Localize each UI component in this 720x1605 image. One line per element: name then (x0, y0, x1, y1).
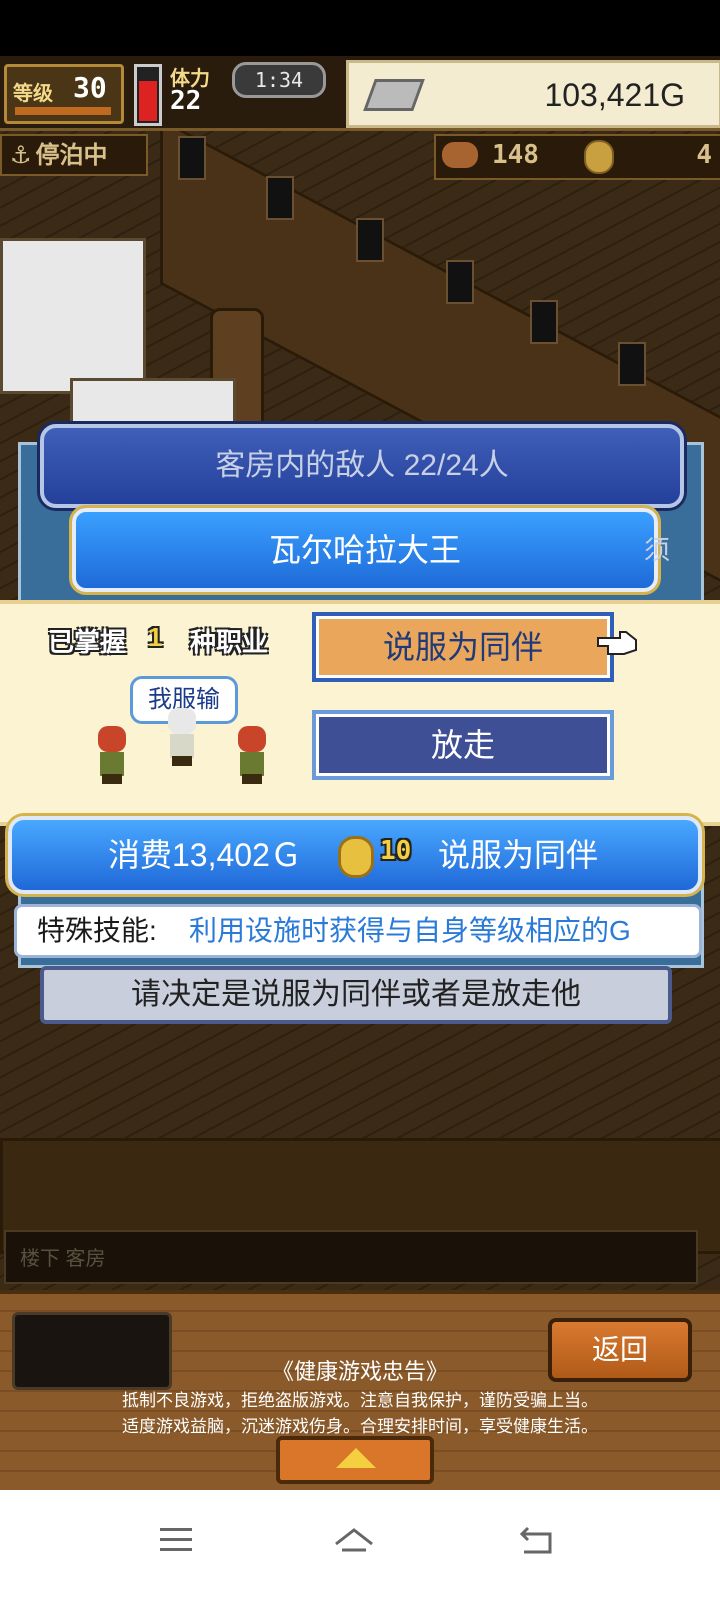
boss-sprite (162, 708, 202, 766)
sprite-body (100, 752, 124, 776)
expand-up-icon (336, 1448, 376, 1468)
coin-count: 10 (380, 836, 412, 866)
sprite-head (238, 726, 266, 752)
money-value: 103,421G (544, 77, 685, 113)
sprite-legs (242, 774, 262, 784)
ship-window (178, 136, 206, 180)
resources-bar: 148 4 (434, 134, 720, 180)
health-advice-line: 抵制不良游戏，拒绝盗版游戏。注意自我保护，谨防受骗上当。 (122, 1391, 598, 1410)
cost-suffix: 说服为同伴 (438, 837, 599, 873)
jobs-prefix: 已掌握 (48, 627, 127, 657)
level-label: 等级 (13, 83, 53, 105)
jobs-suffix: 种职业 (190, 627, 269, 657)
back-icon[interactable] (518, 1522, 554, 1558)
boss-name-box: 瓦尔哈拉大王 (72, 508, 658, 592)
level-box: 等级 30 (4, 64, 124, 124)
guest-room (0, 238, 146, 394)
ship-window (446, 260, 474, 304)
top-hud: 等级 30 体力 22 1:34 103,421G (0, 56, 720, 131)
boss-name: 瓦尔哈拉大王 (268, 532, 461, 568)
money-box: 103,421G (346, 60, 720, 128)
sprite-body (240, 752, 264, 776)
jobs-count: 1 (148, 622, 163, 652)
crew-sprite (232, 726, 272, 784)
sprite-head (168, 708, 196, 734)
sprite-legs (172, 756, 192, 766)
menu-icon[interactable] (158, 1522, 194, 1558)
health-advice-line: 适度游戏益脑，沉迷游戏伤身。合理安排时间，享受健康生活。 (122, 1417, 598, 1436)
cost-text: 消费13,402Ｇ (108, 837, 302, 873)
timer: 1:34 (232, 62, 326, 98)
bottom-panel: 返回 《健康游戏忠告》 抵制不良游戏，拒绝盗版游戏。注意自我保护，谨防受骗上当。… (0, 1290, 720, 1490)
skill-label: 特殊技能: (37, 915, 157, 946)
stamina-bar (134, 64, 162, 126)
pointer-hand-icon (597, 631, 637, 655)
enemy-count-header: 客房内的敌人 22/24人 (40, 424, 684, 508)
sprite-body (170, 734, 194, 758)
dock-status-label: 停泊中 (35, 142, 108, 169)
release-button[interactable]: 放走 (312, 710, 614, 780)
location-bar: 楼下 客房 (4, 1230, 698, 1284)
health-advice-title: 《健康游戏忠告》 (271, 1359, 448, 1384)
boss-side-text: 须 (644, 535, 671, 565)
stamina-fill (139, 81, 157, 121)
persuade-button[interactable]: 说服为同伴 (312, 612, 614, 682)
prompt-message: 请决定是说服为同伴或者是放走他 (40, 966, 672, 1024)
cost-persuade-button[interactable]: 消费13,402Ｇ 10 说服为同伴 (8, 816, 702, 894)
level-exp-bar (15, 107, 111, 115)
android-nav-bar (0, 1490, 720, 1605)
skill-description: 利用设施时获得与自身等级相应的G (189, 915, 631, 946)
ship-window (356, 218, 384, 262)
ship-window (618, 342, 646, 386)
ship-window (530, 300, 558, 344)
ship-window (266, 176, 294, 220)
food-icon (442, 142, 478, 168)
dock-status[interactable]: ⚓ 停泊中 (0, 134, 148, 176)
home-icon[interactable] (332, 1522, 376, 1558)
sprite-head (98, 726, 126, 752)
enemy-count-text: 客房内的敌人 22/24人 (215, 449, 509, 482)
special-skill-bar: 特殊技能: 利用设施时获得与自身等级相应的G (14, 904, 702, 958)
coin-icon (338, 836, 374, 878)
food-value: 148 (492, 140, 539, 170)
medal-value: 4 (696, 140, 712, 170)
stamina-value: 22 (170, 86, 202, 116)
level-value: 30 (73, 71, 107, 104)
crew-sprite (92, 726, 132, 784)
expand-button[interactable] (276, 1436, 434, 1484)
medal-icon (584, 140, 614, 174)
money-icon (363, 79, 425, 111)
anchor-icon: ⚓ (10, 142, 32, 169)
sprite-legs (102, 774, 122, 784)
